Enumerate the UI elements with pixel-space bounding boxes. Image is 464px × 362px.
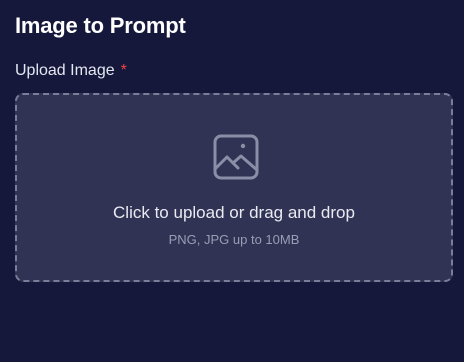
upload-image-label: Upload Image * (15, 60, 127, 82)
image-upload-dropzone[interactable]: Click to upload or drag and drop PNG, JP… (15, 93, 453, 282)
dropzone-primary-text: Click to upload or drag and drop (113, 203, 355, 222)
required-indicator: * (120, 62, 127, 79)
dropzone-hint-text: PNG, JPG up to 10MB (168, 232, 300, 247)
image-icon (213, 134, 259, 180)
upload-image-label-text: Upload Image (15, 62, 115, 79)
page-title: Image to Prompt (15, 13, 186, 38)
